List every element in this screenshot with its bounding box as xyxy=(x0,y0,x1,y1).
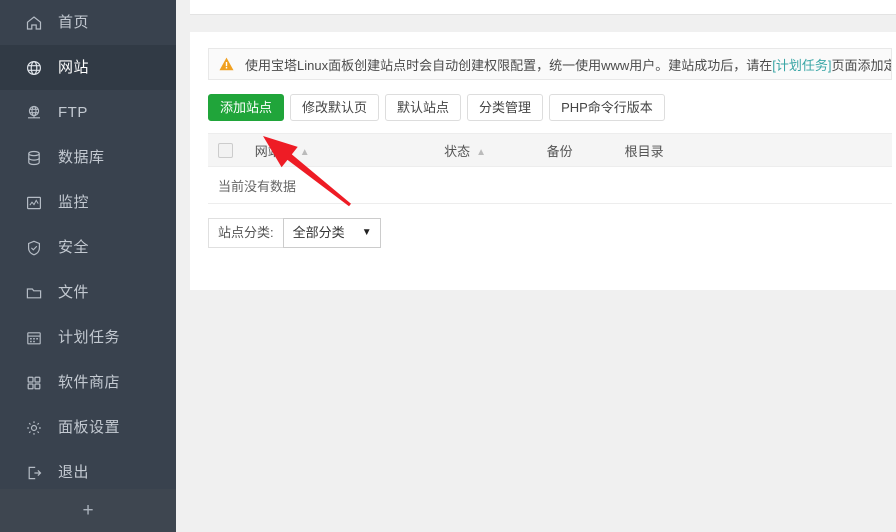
sidebar-item-label: 文件 xyxy=(58,284,90,301)
sort-ascending-icon[interactable]: ▲ xyxy=(300,147,310,158)
grid-icon xyxy=(24,373,44,393)
top-bar xyxy=(190,0,896,15)
table-empty-message: 当前没有数据 xyxy=(208,166,892,204)
alert-text-after: 页面添加定时备份任 xyxy=(831,57,891,73)
sidebar-item-label: 软件商店 xyxy=(58,374,121,391)
table-header-backup-label: 备份 xyxy=(546,143,573,159)
toolbar-button-4[interactable]: 分类管理 xyxy=(467,94,544,121)
ftp-icon xyxy=(24,103,44,123)
table-header-rootdir: 根目录 xyxy=(624,133,892,167)
sidebar-item-label: 面板设置 xyxy=(58,419,121,436)
site-category-select[interactable]: 全部分类 ▼ xyxy=(282,218,381,248)
table-header-status[interactable]: 状态 ▲ xyxy=(444,133,547,167)
folder-icon xyxy=(24,283,44,303)
alert-link-scheduled-tasks[interactable]: [计划任务] xyxy=(772,55,831,74)
home-icon xyxy=(24,13,44,33)
sidebar-item-label: FTP xyxy=(58,104,88,121)
site-table: 网站名 ▲ 状态 ▲ 备份 根目录 当前没有数据 xyxy=(208,133,892,204)
shield-icon xyxy=(24,238,44,258)
toolbar-button-1[interactable]: 添加站点 xyxy=(208,94,285,121)
toolbar-button-5[interactable]: PHP命令行版本 xyxy=(549,94,665,121)
sidebar-add-button[interactable]: + xyxy=(0,489,176,532)
toolbar-buttons: 添加站点 修改默认页 默认站点 分类管理 PHP命令行版本 xyxy=(208,94,892,121)
chevron-down-icon: ▼ xyxy=(361,227,372,238)
sidebar-item-label: 网站 xyxy=(58,59,90,76)
sidebar-item-7[interactable]: 文件 xyxy=(0,270,176,315)
table-header-rootdir-label: 根目录 xyxy=(624,143,664,159)
sidebar-item-6[interactable]: 安全 xyxy=(0,225,176,270)
table-header-sitename-label: 网站名 xyxy=(254,143,294,159)
table-header-row: 网站名 ▲ 状态 ▲ 备份 根目录 xyxy=(208,133,892,167)
table-header-status-label: 状态 xyxy=(444,143,471,159)
sidebar-nav-list: 首页网站 FTP 数据库监控安全文件计划任务软件商店面板设置退出 xyxy=(0,0,176,495)
gear-icon xyxy=(24,418,44,438)
content-panel: 使用宝塔Linux面板创建站点时会自动创建权限配置，统一使用www用户。建站成功… xyxy=(190,32,896,290)
calendar-icon xyxy=(24,328,44,348)
select-all-checkbox[interactable] xyxy=(218,143,233,159)
sidebar-item-3[interactable]: FTP xyxy=(0,90,176,135)
site-category-label: 站点分类: xyxy=(208,218,283,248)
toolbar-button-3[interactable]: 默认站点 xyxy=(385,94,462,121)
toolbar-button-2[interactable]: 修改默认页 xyxy=(290,94,380,121)
alert-text-before: 使用宝塔Linux面板创建站点时会自动创建权限配置，统一使用www用户。建站成功… xyxy=(245,57,773,73)
panel-inner: 使用宝塔Linux面板创建站点时会自动创建权限配置，统一使用www用户。建站成功… xyxy=(190,32,896,248)
sidebar-item-2[interactable]: 网站 xyxy=(0,45,176,90)
warning-triangle-icon xyxy=(219,57,235,71)
plus-icon: + xyxy=(82,499,94,521)
sidebar-item-9[interactable]: 软件商店 xyxy=(0,360,176,405)
sidebar-item-label: 安全 xyxy=(58,239,90,256)
sidebar-item-label: 数据库 xyxy=(58,149,105,166)
sidebar-item-label: 退出 xyxy=(58,464,90,481)
sort-ascending-icon[interactable]: ▲ xyxy=(476,147,486,158)
sidebar-item-4[interactable]: 数据库 xyxy=(0,135,176,180)
app-root: 首页网站 FTP 数据库监控安全文件计划任务软件商店面板设置退出 + xyxy=(0,0,896,532)
sidebar-item-1[interactable]: 首页 xyxy=(0,0,176,45)
site-table-body: 当前没有数据 xyxy=(208,166,892,204)
sidebar-item-label: 首页 xyxy=(58,14,90,31)
site-category-selected-value: 全部分类 xyxy=(292,225,345,240)
sidebar-item-label: 计划任务 xyxy=(58,329,121,346)
table-empty-row: 当前没有数据 xyxy=(208,166,892,204)
info-alert: 使用宝塔Linux面板创建站点时会自动创建权限配置，统一使用www用户。建站成功… xyxy=(208,48,892,80)
sidebar-item-label: 监控 xyxy=(58,194,90,211)
table-header-sitename[interactable]: 网站名 ▲ xyxy=(254,133,445,167)
globe-icon xyxy=(24,58,44,78)
logout-icon xyxy=(24,463,44,483)
table-header-backup: 备份 xyxy=(546,133,625,167)
table-header-select-all[interactable] xyxy=(208,133,255,167)
sidebar-item-8[interactable]: 计划任务 xyxy=(0,315,176,360)
main-area: 使用宝塔Linux面板创建站点时会自动创建权限配置，统一使用www用户。建站成功… xyxy=(176,0,896,532)
site-table-head: 网站名 ▲ 状态 ▲ 备份 根目录 xyxy=(208,133,892,167)
sidebar-item-10[interactable]: 面板设置 xyxy=(0,405,176,450)
sidebar-item-5[interactable]: 监控 xyxy=(0,180,176,225)
sidebar: 首页网站 FTP 数据库监控安全文件计划任务软件商店面板设置退出 + xyxy=(0,0,176,532)
site-category-filter: 站点分类: 全部分类 ▼ xyxy=(208,218,892,248)
monitor-icon xyxy=(24,193,44,213)
database-icon xyxy=(24,148,44,168)
